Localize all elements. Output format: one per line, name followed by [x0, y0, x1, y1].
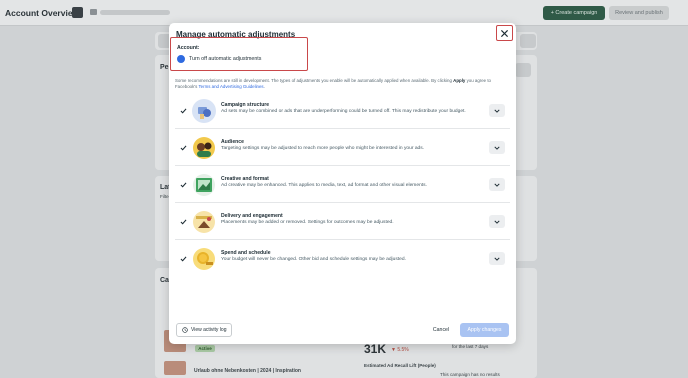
turn-off-toggle[interactable]: Turn off automatic adjustments: [177, 55, 261, 63]
check-icon: [180, 219, 187, 225]
toggle-label: Turn off automatic adjustments: [189, 56, 262, 62]
page-title: Account Overview: [5, 8, 80, 18]
expand-button[interactable]: [489, 252, 505, 265]
expand-button[interactable]: [489, 178, 505, 191]
adjustment-item: Spend and schedule Your budget will neve…: [175, 240, 510, 277]
terms-link[interactable]: Terms and Advertising Guidelines: [198, 84, 263, 89]
adjustment-description: Ad creative may be enhanced. This applie…: [221, 183, 427, 188]
cancel-button[interactable]: Cancel: [427, 323, 455, 337]
adjustment-title: Creative and format: [221, 176, 269, 182]
chevron-down-icon: [494, 220, 500, 224]
adjustment-description: Targeting settings may be adjusted to re…: [221, 146, 425, 151]
delivery-illustration: [192, 210, 216, 234]
account-icon[interactable]: [90, 9, 97, 15]
chevron-down-icon: [494, 183, 500, 187]
adjustment-list: Campaign structure Ad sets may be combin…: [175, 92, 510, 277]
description-bold: Apply: [453, 78, 466, 83]
bg-card-gear[interactable]: [515, 63, 531, 77]
adjustment-description: Ad sets may be combined or ads that are …: [221, 109, 466, 114]
modal-description: Some recommendations are still in develo…: [175, 78, 510, 91]
adjustments-modal: Manage automatic adjustments Account: Tu…: [169, 23, 516, 344]
campaign-thumbnail-2: [164, 361, 186, 375]
app-icon[interactable]: [72, 7, 83, 18]
description-text: Some recommendations are still in develo…: [175, 78, 454, 83]
account-selector[interactable]: [100, 10, 170, 15]
expand-button[interactable]: [489, 141, 505, 154]
bg-card-title: Pe: [160, 64, 169, 71]
metric-change: ▼ 5.5%: [391, 347, 409, 353]
metric-period: for the last 7 days: [452, 344, 489, 349]
bg-latest-filter: Filte: [160, 194, 169, 199]
adjustment-item: Campaign structure Ad sets may be combin…: [175, 92, 510, 129]
clock-icon: [182, 327, 188, 333]
campaign-structure-illustration: [192, 99, 216, 123]
adjustment-item: Delivery and engagement Placements may b…: [175, 203, 510, 240]
chevron-down-icon: [494, 109, 500, 113]
chevron-down-icon: [494, 146, 500, 150]
adjustment-title: Audience: [221, 139, 244, 145]
campaign-row-title[interactable]: Urlaub ohne Nebenkosten | 2024 | Inspira…: [194, 368, 301, 374]
adjustment-description: Placements may be added or removed. Sett…: [221, 220, 394, 225]
radio-indicator[interactable]: [177, 55, 185, 63]
close-button[interactable]: [496, 25, 513, 41]
bg-campaigns-title: Ca: [160, 277, 169, 284]
audience-illustration: [192, 136, 216, 160]
create-campaign-button[interactable]: + Create campaign: [543, 6, 605, 20]
bg-settings-button[interactable]: [520, 34, 536, 48]
account-section: Account: Turn off automatic adjustments: [170, 37, 308, 71]
apply-changes-button[interactable]: Apply changes: [460, 323, 509, 337]
view-activity-log-button[interactable]: View activity log: [176, 323, 233, 337]
activity-label: View activity log: [191, 327, 227, 333]
expand-button[interactable]: [489, 215, 505, 228]
adjustment-title: Delivery and engagement: [221, 213, 283, 219]
adjustment-title: Campaign structure: [221, 102, 270, 108]
account-label: Account:: [177, 45, 200, 51]
status-badge: Active: [195, 345, 215, 352]
adjustment-description: Your budget will never be changed. Other…: [221, 257, 406, 262]
check-icon: [180, 256, 187, 262]
adjustment-title: Spend and schedule: [221, 250, 271, 256]
close-icon: [501, 29, 508, 37]
description-end: .: [263, 84, 265, 90]
chevron-down-icon: [494, 257, 500, 261]
adjustment-item: Creative and format Ad creative may be e…: [175, 166, 510, 203]
adjustment-item: Audience Targeting settings may be adjus…: [175, 129, 510, 166]
metric-value: 31K: [364, 342, 387, 356]
review-publish-button[interactable]: Review and publish: [609, 6, 669, 20]
check-icon: [180, 108, 187, 114]
spend-illustration: [192, 247, 216, 271]
creative-illustration: [192, 173, 216, 197]
check-icon: [180, 145, 187, 151]
expand-button[interactable]: [489, 104, 505, 117]
metric-label: Estimated Ad Recall Lift (People): [364, 363, 436, 368]
metric-empty: This campaign has no results: [440, 372, 500, 377]
check-icon: [180, 182, 187, 188]
